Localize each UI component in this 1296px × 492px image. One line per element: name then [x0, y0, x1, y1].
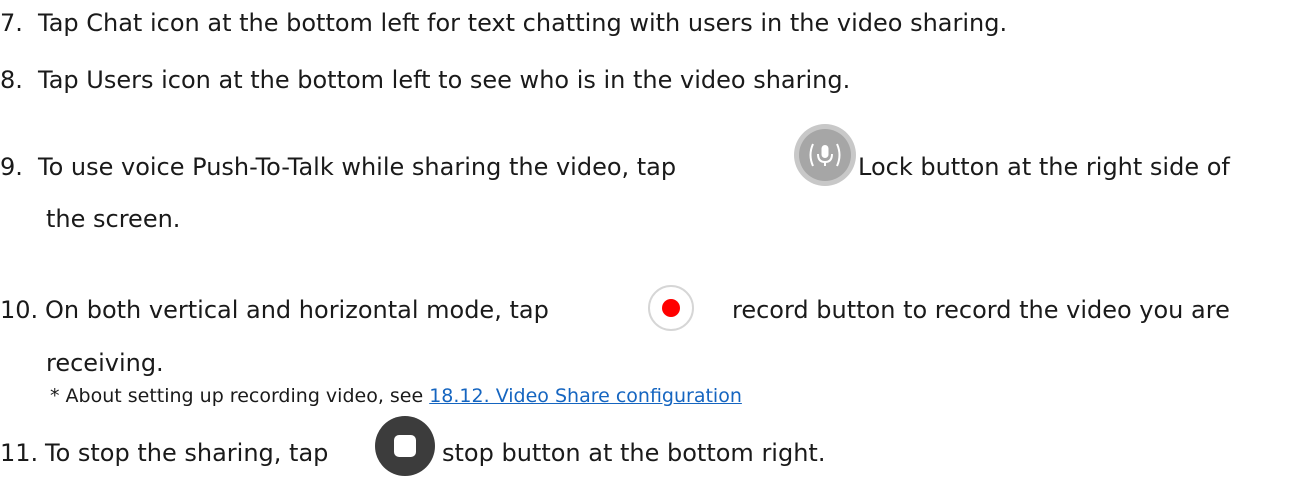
- note-prefix: * About setting up recording video, see: [50, 385, 430, 407]
- item-text: On both vertical and horizontal mode, ta…: [45, 296, 549, 324]
- recording-note: * About setting up recording video, see …: [50, 384, 742, 408]
- item-continuation: the screen.: [46, 205, 181, 233]
- item-text: Tap Users icon at the bottom left to see…: [38, 66, 851, 94]
- item-number: 7.: [0, 9, 23, 37]
- item-number: 8.: [0, 66, 23, 94]
- item-continuation: receiving.: [46, 349, 164, 377]
- stop-icon: [374, 415, 436, 477]
- item-text: To use voice Push-To-Talk while sharing …: [38, 153, 677, 181]
- item-number: 9.: [0, 153, 23, 181]
- item-text-after-icon: Lock button at the right side of: [858, 153, 1230, 181]
- document-page: 7. Tap Chat icon at the bottom left for …: [0, 0, 1296, 492]
- item-text-after-icon: record button to record the video you ar…: [732, 296, 1230, 324]
- item-text: To stop the sharing, tap: [45, 439, 329, 467]
- item-text-after-icon: stop button at the bottom right.: [442, 439, 826, 467]
- microphone-lock-icon: [792, 122, 858, 188]
- video-share-configuration-link[interactable]: 18.12. Video Share configuration: [429, 385, 742, 407]
- item-number: 10.: [0, 296, 39, 324]
- item-number: 11.: [0, 439, 39, 467]
- record-icon: [646, 283, 696, 333]
- item-text: Tap Chat icon at the bottom left for tex…: [38, 9, 1008, 37]
